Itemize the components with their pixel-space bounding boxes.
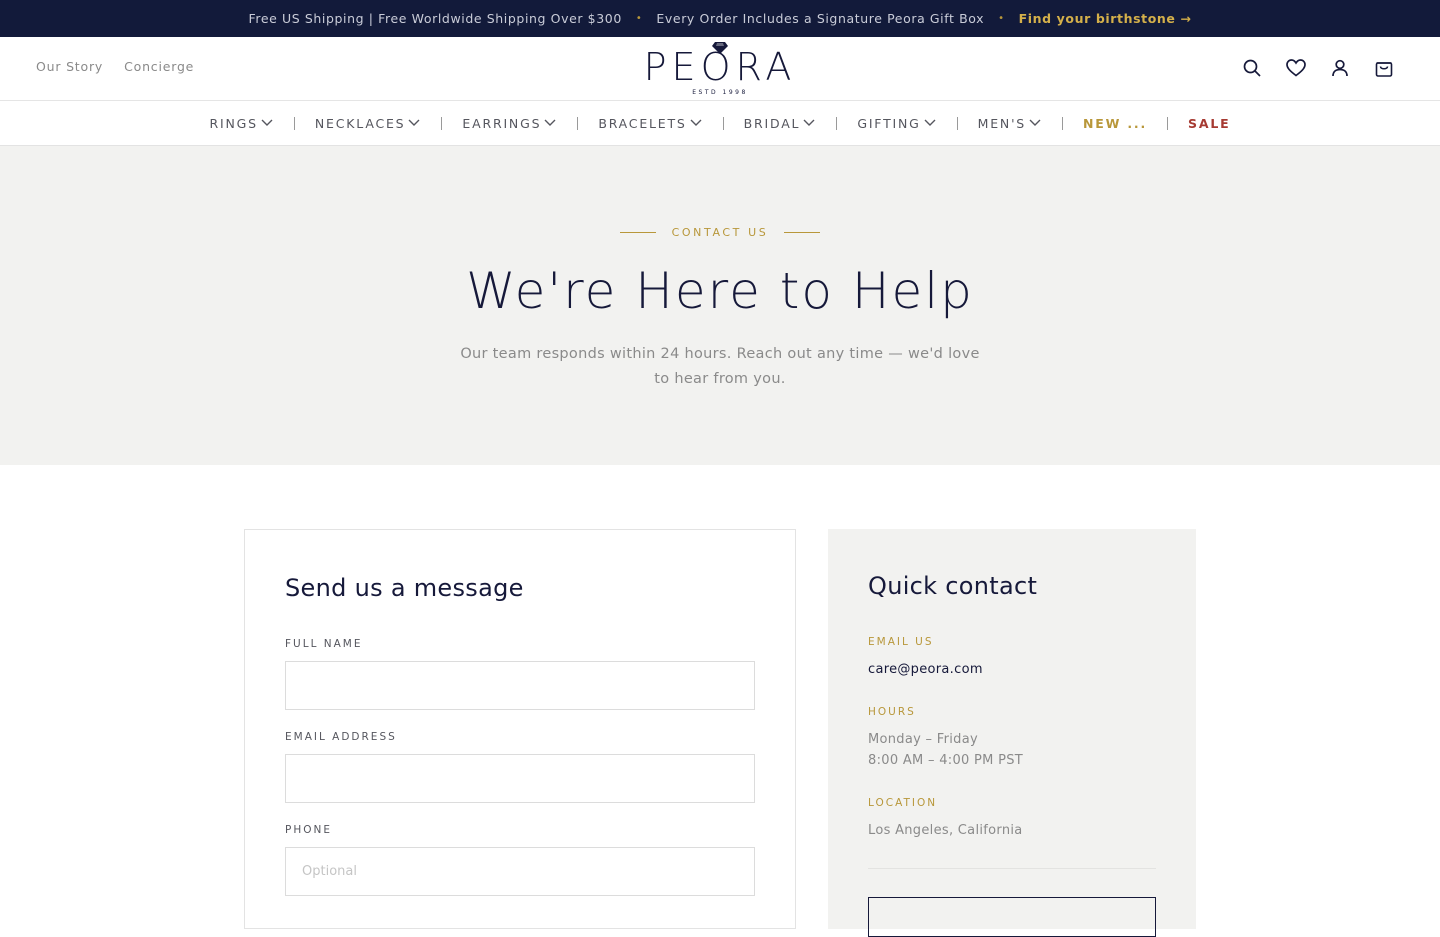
- our-story-link[interactable]: Our Story: [36, 59, 103, 74]
- bag-icon[interactable]: [1374, 58, 1394, 78]
- nav-item-sale[interactable]: SALE: [1188, 116, 1230, 131]
- header-icons: [1242, 58, 1394, 78]
- nav-item-rings[interactable]: RINGS: [210, 116, 274, 131]
- nav-item-label: GIFTING: [857, 115, 921, 131]
- announcement-bar: Free US Shipping | Free Worldwide Shippi…: [0, 0, 1440, 37]
- nav-item-mens[interactable]: MEN'S: [978, 116, 1042, 131]
- nav-divider: [293, 116, 295, 130]
- nav-divider: [836, 116, 838, 130]
- nav-divider: [1167, 116, 1169, 130]
- nav-divider: [441, 116, 443, 130]
- nav-item-new[interactable]: NEW ...: [1083, 116, 1147, 131]
- nav-item-earrings[interactable]: EARRINGS: [462, 116, 557, 131]
- site-header: Our Story Concierge PEORA ESTD 1998: [0, 37, 1440, 101]
- nav-item-label: RINGS: [209, 115, 258, 131]
- chevron-down-icon: [543, 118, 557, 128]
- email-field[interactable]: [285, 754, 755, 803]
- hero-subtitle: Our team responds within 24 hours. Reach…: [460, 346, 980, 387]
- nav-item-label: MEN'S: [977, 115, 1027, 131]
- chevron-down-icon: [689, 118, 703, 128]
- chevron-down-icon: [1028, 118, 1042, 128]
- nav-item-label: SALE: [1188, 115, 1231, 131]
- page-title: We're Here to Help: [466, 262, 974, 320]
- search-icon[interactable]: [1242, 58, 1262, 78]
- full-name-field[interactable]: [285, 661, 755, 710]
- nav-divider: [1062, 116, 1064, 130]
- contact-hero: CONTACT US We're Here to Help Our team r…: [0, 146, 1440, 465]
- nav-item-label: BRACELETS: [598, 115, 687, 131]
- full-name-label: FULL NAME: [285, 638, 363, 650]
- form-title: Send us a message: [285, 574, 524, 602]
- chevron-down-icon: [923, 118, 937, 128]
- main-navigation: RINGS NECKLACES EARRINGS BRACELETS BRIDA…: [0, 101, 1440, 146]
- location-label: LOCATION: [868, 797, 938, 809]
- hours-days: Monday – Friday: [868, 732, 978, 747]
- nav-item-label: BRIDAL: [743, 115, 801, 131]
- email-us-label: EMAIL US: [868, 636, 934, 648]
- logo-established: ESTD 1998: [692, 89, 748, 96]
- quick-contact-title: Quick contact: [868, 572, 1038, 600]
- email-address-label: EMAIL ADDRESS: [285, 731, 397, 743]
- logo-wordmark: PEORA: [643, 45, 797, 89]
- birthstone-link[interactable]: Find your birthstone →: [1019, 11, 1192, 26]
- eyebrow-line-left: [619, 232, 656, 233]
- eyebrow-text: CONTACT US: [671, 226, 769, 239]
- quick-contact-card: Quick contact EMAIL US care@peora.com HO…: [828, 529, 1196, 937]
- chevron-down-icon: [407, 118, 421, 128]
- user-icon[interactable]: [1330, 58, 1350, 78]
- nav-item-gifting[interactable]: GIFTING: [857, 116, 936, 131]
- gift-box-announcement: Every Order Includes a Signature Peora G…: [656, 11, 985, 26]
- header-left-links: Our Story Concierge: [36, 59, 194, 74]
- nav-divider: [577, 116, 579, 130]
- chevron-down-icon: [260, 118, 274, 128]
- phone-label: PHONE: [285, 824, 332, 836]
- hours-label: HOURS: [868, 706, 916, 718]
- shipping-announcement: Free US Shipping | Free Worldwide Shippi…: [248, 11, 622, 26]
- nav-item-label: NEW ...: [1083, 115, 1148, 131]
- eyebrow-line-right: [784, 232, 821, 233]
- phone-field[interactable]: [285, 847, 755, 896]
- location-value: Los Angeles, California: [868, 823, 1023, 838]
- heart-icon[interactable]: [1286, 58, 1306, 78]
- concierge-link[interactable]: Concierge: [124, 59, 194, 74]
- announcement-separator: •: [635, 13, 643, 24]
- peora-logo[interactable]: PEORA ESTD 1998: [628, 41, 812, 99]
- nav-item-label: EARRINGS: [462, 115, 542, 131]
- quick-contact-divider: [868, 868, 1156, 869]
- announcement-separator: •: [998, 13, 1005, 24]
- support-email-link[interactable]: care@peora.com: [868, 659, 983, 680]
- contact-form-card: Send us a message FULL NAME EMAIL ADDRES…: [244, 529, 796, 929]
- chevron-down-icon: [802, 118, 816, 128]
- nav-item-bracelets[interactable]: BRACELETS: [598, 116, 702, 131]
- quick-contact-button[interactable]: [868, 897, 1156, 937]
- hero-eyebrow: CONTACT US: [0, 226, 1440, 239]
- nav-item-bridal[interactable]: BRIDAL: [744, 116, 817, 131]
- nav-item-necklaces[interactable]: NECKLACES: [315, 116, 422, 131]
- hours-time: 8:00 AM – 4:00 PM PST: [868, 753, 1024, 768]
- nav-divider: [956, 116, 958, 130]
- nav-divider: [722, 116, 724, 130]
- nav-item-label: NECKLACES: [314, 115, 406, 131]
